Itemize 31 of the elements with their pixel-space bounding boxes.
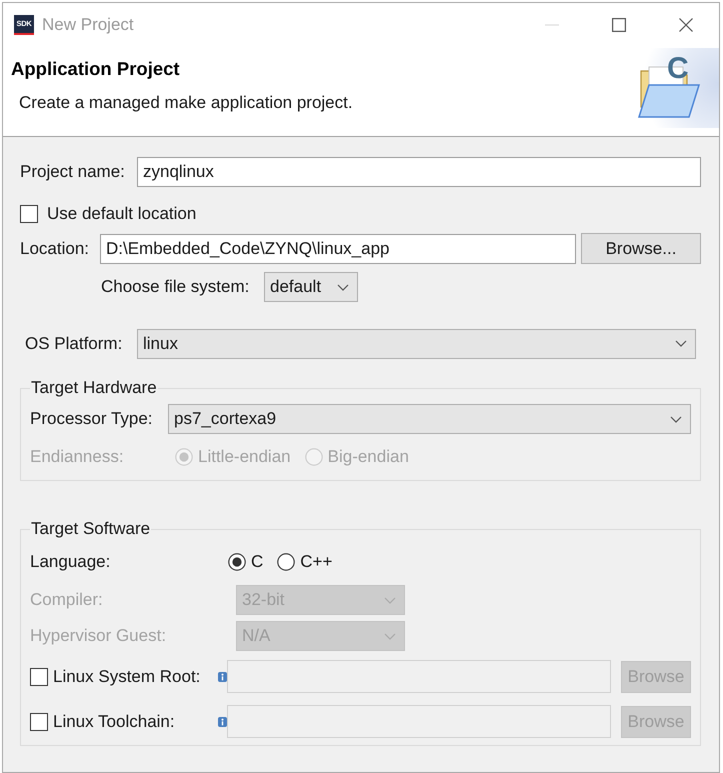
field-label: Processor Type: [30,409,154,429]
icon-letter: C [667,54,689,84]
chevron-down-icon [670,416,682,422]
field-label: Hypervisor Guest: [30,626,168,646]
os-platform-dropdown[interactable]: linux [137,328,696,358]
chevron-down-icon [337,284,349,290]
field-label: Language: [30,552,112,572]
info-icon [218,672,227,682]
browse-button[interactable]: Browse... [581,233,701,264]
radio-option[interactable]: C [228,552,264,572]
chevron-down-icon [384,632,396,640]
field-label: Choose file system: [101,277,250,297]
chevron-down-icon [675,340,687,347]
field-label: Compiler: [30,590,104,610]
project-name-field[interactable]: zynqlinux [137,157,701,187]
info-icon [218,716,227,726]
field-label: OS Platform: [25,334,124,354]
page-description: Create a managed make application project. [19,93,353,113]
group-title: Target Hardware [30,378,158,398]
chevron-down-icon [384,596,396,604]
field-label: Endianness: [30,447,125,467]
radio-option[interactable]: C++ [277,552,332,572]
file-system-dropdown[interactable]: default [264,272,358,302]
field-label: Project name: [20,162,126,182]
window-title: New Project [42,14,134,34]
use-default-location-checkbox[interactable]: Use default location [20,204,196,224]
processor-type-dropdown[interactable]: ps7_cortexa9 [168,404,691,434]
location-field[interactable]: D:\Embedded_Code\ZYNQ\linux_app [100,234,576,264]
field-label: Location: [20,238,90,258]
page-title: Application Project [11,58,181,80]
group-title: Target Software [30,519,152,539]
